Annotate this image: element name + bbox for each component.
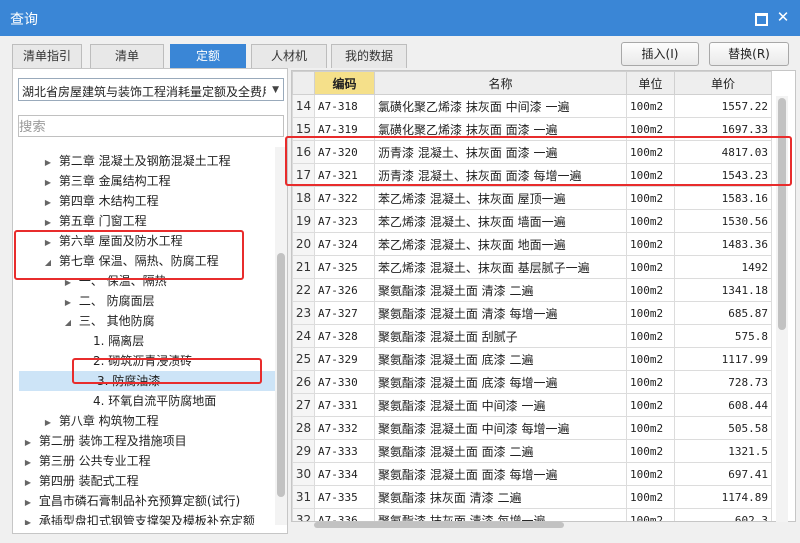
expand-arrow-icon[interactable]: ▶ — [41, 173, 55, 193]
chapter-tree: ▶ 第二章 混凝土及钢筋混凝土工程 ▶ 第三章 金属结构工程 ▶ 第四章 木结构… — [13, 147, 275, 525]
table-row[interactable]: 19 A7-323 苯乙烯漆 混凝土、抹灰面 墙面一遍 100m2 1530.56 — [292, 209, 772, 233]
tab-labor-material-machine[interactable]: 人材机 — [251, 44, 327, 68]
tree-node-anticorrosion-paint[interactable]: 3. 防腐油漆 — [19, 371, 275, 391]
collapse-arrow-icon[interactable]: ◢ — [41, 253, 55, 273]
tree-node[interactable]: ▶ 第四章 木结构工程 — [41, 191, 159, 211]
expand-arrow-icon[interactable]: ▶ — [61, 273, 75, 293]
replace-button[interactable]: 替换(R) — [709, 42, 789, 66]
tree-node[interactable]: ▶ 第五章 门窗工程 — [41, 211, 147, 231]
table-row[interactable]: 17 A7-321 沥青漆 混凝土、抹灰面 面漆 每增一遍 100m2 1543.23 — [292, 163, 772, 187]
expand-arrow-icon[interactable]: ▶ — [41, 233, 55, 253]
search-input[interactable] — [18, 115, 284, 137]
tree-scrollbar-thumb[interactable] — [277, 253, 285, 497]
collapse-arrow-icon[interactable]: ◢ — [61, 313, 75, 333]
tree-node[interactable]: ◢ 三、 其他防腐 — [61, 311, 155, 331]
table-header-row: 编码 名称 单位 单价 — [292, 71, 772, 95]
expand-arrow-icon[interactable]: ▶ — [41, 213, 55, 233]
expand-arrow-icon[interactable]: ▶ — [21, 513, 35, 525]
expand-arrow-icon[interactable]: ▶ — [21, 473, 35, 493]
tab-list[interactable]: 清单 — [90, 44, 164, 68]
quota-tree-panel: 湖北省房屋建筑与装饰工程消耗量定额及全费用 ▼ ▶ 第二章 混凝土及钢筋混凝土工… — [12, 68, 288, 534]
table-row[interactable]: 16 A7-320 沥青漆 混凝土、抹灰面 面漆 一遍 100m2 4817.03 — [292, 140, 772, 164]
expand-arrow-icon[interactable]: ▶ — [41, 193, 55, 213]
tree-node[interactable]: ▶ 第六章 屋面及防水工程 — [41, 231, 183, 251]
tree-node[interactable]: ▶ 第三册 公共专业工程 — [21, 451, 151, 471]
close-icon[interactable]: ✕ — [775, 9, 791, 25]
tree-node[interactable]: 4. 环氧自流平防腐地面 — [93, 391, 216, 411]
table-row[interactable]: 18 A7-322 苯乙烯漆 混凝土、抹灰面 屋顶一遍 100m2 1583.16 — [292, 186, 772, 210]
quota-table: 编码 名称 单位 单价 14 A7-318 氯磺化聚乙烯漆 抹灰面 中间漆 一遍 10… — [292, 71, 772, 521]
col-header-price[interactable]: 单价 — [674, 71, 772, 95]
table-row[interactable]: 14 A7-318 氯磺化聚乙烯漆 抹灰面 中间漆 一遍 100m2 1557.22 — [292, 94, 772, 118]
table-row[interactable]: 31 A7-335 聚氨酯漆 抹灰面 清漆 二遍 100m2 1174.89 — [292, 485, 772, 509]
col-header-code[interactable]: 编码 — [314, 71, 375, 95]
table-row[interactable]: 30 A7-334 聚氨酯漆 混凝土面 面漆 每增一遍 100m2 697.41 — [292, 462, 772, 486]
expand-arrow-icon[interactable]: ▶ — [61, 293, 75, 313]
window-title: 查询 — [10, 12, 38, 28]
tab-quota[interactable]: 定额 — [170, 44, 246, 68]
table-row[interactable]: 25 A7-329 聚氨酯漆 混凝土面 底漆 二遍 100m2 1117.99 — [292, 347, 772, 371]
table-row[interactable]: 27 A7-331 聚氨酯漆 混凝土面 中间漆 一遍 100m2 608.44 — [292, 393, 772, 417]
tree-node[interactable]: ▶ 宜昌市磷石膏制品补充预算定额(试行) — [21, 491, 240, 511]
table-row[interactable]: 23 A7-327 聚氨酯漆 混凝土面 清漆 每增一遍 100m2 685.87 — [292, 301, 772, 325]
expand-arrow-icon[interactable]: ▶ — [21, 433, 35, 453]
tab-list-guide[interactable]: 清单指引 — [12, 44, 82, 68]
title-bar: 查询 ✕ — [0, 0, 800, 36]
tree-node[interactable]: ▶ 第三章 金属结构工程 — [41, 171, 171, 191]
tree-node[interactable]: ▶ 第八章 构筑物工程 — [41, 411, 159, 431]
tree-node[interactable]: ▶ 第二册 装饰工程及措施项目 — [21, 431, 187, 451]
tree-node[interactable]: ▶ 承插型盘扣式钢管支撑架及模板补充定额 — [21, 511, 255, 525]
table-row[interactable]: 29 A7-333 聚氨酯漆 混凝土面 面漆 二遍 100m2 1321.5 — [292, 439, 772, 463]
table-row[interactable]: 22 A7-326 聚氨酯漆 混凝土面 清漆 二遍 100m2 1341.18 — [292, 278, 772, 302]
tree-node[interactable]: 2. 砌筑沥青浸渍砖 — [93, 351, 192, 371]
tab-my-data[interactable]: 我的数据 — [331, 44, 407, 68]
tree-node-chapter-7[interactable]: ◢ 第七章 保温、隔热、防腐工程 — [41, 251, 219, 271]
table-row[interactable]: 20 A7-324 苯乙烯漆 混凝土、抹灰面 地面一遍 100m2 1483.36 — [292, 232, 772, 256]
insert-button[interactable]: 插入(I) — [621, 42, 699, 66]
chevron-down-icon: ▼ — [272, 85, 279, 95]
grid-scrollbar-thumb[interactable] — [778, 98, 786, 330]
table-row[interactable]: 28 A7-332 聚氨酯漆 混凝土面 中间漆 每增一遍 100m2 505.58 — [292, 416, 772, 440]
table-row[interactable]: 15 A7-319 氯磺化聚乙烯漆 抹灰面 面漆 一遍 100m2 1697.33 — [292, 117, 772, 141]
expand-arrow-icon[interactable]: ▶ — [41, 153, 55, 173]
table-row[interactable]: 21 A7-325 苯乙烯漆 混凝土、抹灰面 基层腻子一遍 100m2 1492 — [292, 255, 772, 279]
expand-arrow-icon[interactable]: ▶ — [21, 453, 35, 473]
col-header-name[interactable]: 名称 — [374, 71, 627, 95]
col-header-index — [292, 71, 315, 95]
grid-horizontal-scrollbar[interactable] — [314, 522, 564, 528]
table-row[interactable]: 32 A7-336 聚氨酯漆 抹灰面 清漆 每增一遍 100m2 602.3 — [292, 508, 772, 521]
col-header-unit[interactable]: 单位 — [626, 71, 675, 95]
tree-node[interactable]: ▶ 二、 防腐面层 — [61, 291, 155, 311]
table-row[interactable]: 24 A7-328 聚氨酯漆 混凝土面 刮腻子 100m2 575.8 — [292, 324, 772, 348]
expand-arrow-icon[interactable]: ▶ — [41, 413, 55, 433]
expand-arrow-icon[interactable]: ▶ — [21, 493, 35, 513]
tree-node[interactable]: ▶ 一、 保温、隔热 — [61, 271, 167, 291]
tree-node[interactable]: ▶ 第二章 混凝土及钢筋混凝土工程 — [41, 151, 231, 171]
dialog-body: 清单指引 清单 定额 人材机 我的数据 插入(I) 替换(R) 湖北省房屋建筑与… — [0, 36, 800, 543]
tree-node[interactable]: ▶ 第四册 装配式工程 — [21, 471, 139, 491]
tree-node[interactable]: 1. 隔离层 — [93, 331, 144, 351]
maximize-icon[interactable] — [752, 9, 768, 26]
grid-scrollbar[interactable] — [776, 96, 788, 522]
tree-scrollbar[interactable] — [275, 147, 287, 525]
quota-grid: 编码 名称 单位 单价 14 A7-318 氯磺化聚乙烯漆 抹灰面 中间漆 一遍 10… — [291, 70, 796, 522]
quota-library-select[interactable]: 湖北省房屋建筑与装饰工程消耗量定额及全费用 ▼ — [18, 78, 284, 101]
table-row[interactable]: 26 A7-330 聚氨酯漆 混凝土面 底漆 每增一遍 100m2 728.73 — [292, 370, 772, 394]
quota-library-value: 湖北省房屋建筑与装饰工程消耗量定额及全费用 — [22, 85, 266, 99]
